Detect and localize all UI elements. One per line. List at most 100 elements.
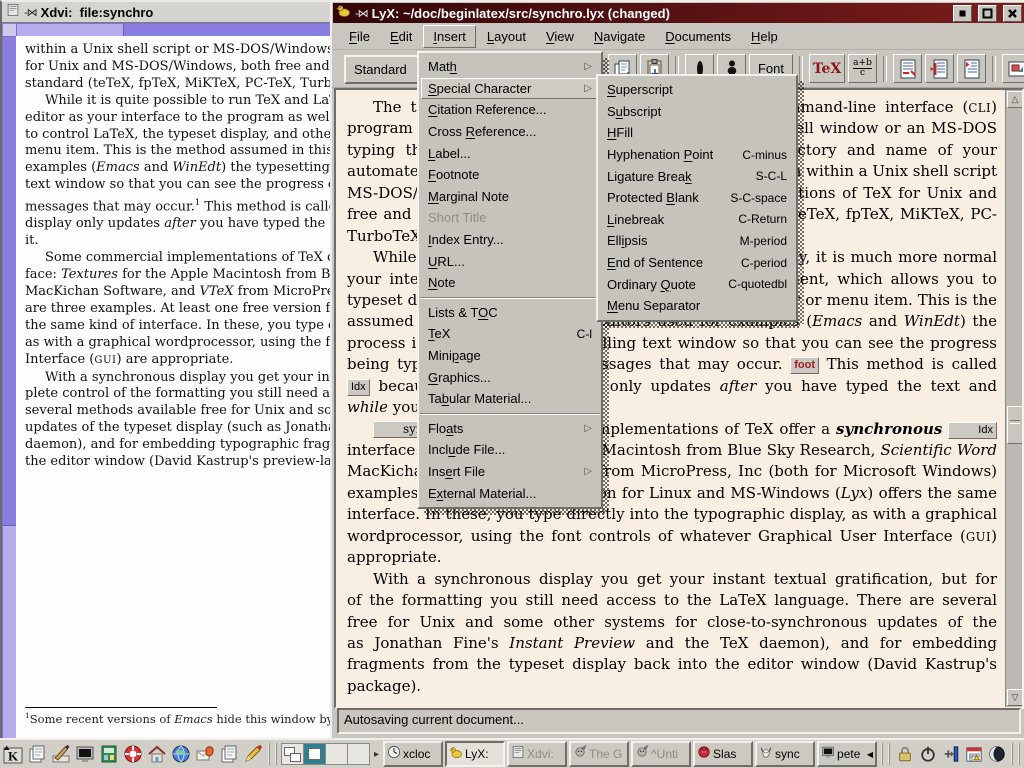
menu-item-hfill[interactable]: HFill	[598, 122, 796, 144]
idx-inset[interactable]: Idx	[347, 379, 370, 396]
task-button-xdvi[interactable]: Xdvi:	[507, 741, 567, 767]
menubar-item-edit[interactable]: Edit	[381, 26, 421, 47]
marginal-note-icon[interactable]	[925, 54, 954, 83]
menubar-item-file[interactable]: File	[340, 26, 379, 47]
minimize-button[interactable]	[953, 5, 972, 22]
menu-item-minipage[interactable]: Minipage	[419, 345, 601, 367]
menu-item-ellipsis[interactable]: EllipsisM-period	[598, 230, 796, 252]
footnote-icon[interactable]	[893, 54, 922, 83]
tex-button[interactable]: TeX	[809, 54, 845, 83]
lyx-titlebar[interactable]: -⋈ LyX: ~/doc/beginlatex/src/synchro.lyx…	[333, 3, 1024, 23]
panel-handle[interactable]	[881, 743, 890, 765]
moon-icon[interactable]	[986, 743, 1007, 765]
desktop-pager[interactable]	[281, 743, 370, 765]
task-button-the-g[interactable]: The G	[569, 741, 629, 767]
menu-item-protected-blank[interactable]: Protected BlankS-C-space	[598, 187, 796, 209]
menu-item-end-of-sentence[interactable]: End of SentenceC-period	[598, 252, 796, 274]
scroll-down-icon[interactable]: ▽	[1007, 689, 1023, 706]
web-browser-icon[interactable]	[170, 742, 192, 766]
pager-desktop-4[interactable]	[348, 744, 369, 764]
k-menu-icon[interactable]: K	[2, 742, 24, 766]
mail-icon[interactable]	[194, 742, 216, 766]
power-icon[interactable]	[917, 743, 938, 765]
menu-item-linebreak[interactable]: LinebreakC-Return	[598, 209, 796, 231]
xdvi-vertical-scrollbar[interactable]	[2, 36, 17, 740]
menu-shortcut: S-C-L	[756, 169, 787, 183]
figure-icon[interactable]	[1002, 54, 1024, 83]
menubar-item-insert[interactable]: Insert	[423, 25, 476, 48]
menu-item-ordinary-quote[interactable]: Ordinary QuoteC-quotedbl	[598, 273, 796, 295]
menu-item-footnote[interactable]: Footnote	[419, 164, 601, 186]
math-icon[interactable]: a+bc	[848, 54, 877, 83]
menu-item-floats[interactable]: Floats▷	[419, 418, 601, 440]
help-icon[interactable]	[122, 742, 144, 766]
menu-item-superscript[interactable]: Superscript	[598, 79, 796, 101]
menubar-item-documents[interactable]: Documents	[656, 26, 740, 47]
terminal-icon[interactable]	[74, 742, 96, 766]
menu-item-graphics[interactable]: Graphics...	[419, 366, 601, 388]
lock-icon[interactable]	[894, 743, 915, 765]
menu-item-cross-reference[interactable]: Cross Reference...	[419, 121, 601, 143]
menu-item-note[interactable]: Note	[419, 272, 601, 294]
pin-icon[interactable]: -⋈	[24, 6, 37, 19]
menu-item-tabular-material[interactable]: Tabular Material...	[419, 388, 601, 410]
window-list-icon[interactable]	[26, 742, 48, 766]
text-segment: package).	[347, 677, 421, 695]
close-button[interactable]	[1003, 5, 1022, 22]
applet-expand-icon[interactable]: ▸	[372, 749, 381, 760]
plug-icon[interactable]	[940, 743, 961, 765]
layout-combo-value: Standard	[354, 62, 407, 77]
menu-item-ligature-break[interactable]: Ligature BreakS-C-L	[598, 165, 796, 187]
menubar-item-navigate[interactable]: Navigate	[585, 26, 654, 47]
scrollbar-thumb[interactable]	[1007, 406, 1023, 444]
menu-item-marginal-note[interactable]: Marginal Note	[419, 186, 601, 208]
task-button-slas[interactable]: Slas	[693, 741, 753, 767]
depth-icon[interactable]	[957, 54, 986, 83]
editor-icon[interactable]	[242, 742, 264, 766]
desktop-access-icon[interactable]	[50, 742, 72, 766]
menu-item-special-character[interactable]: Special Character▷	[421, 78, 599, 100]
document-scrollbar[interactable]: △ ▽	[1005, 90, 1022, 707]
menubar-item-view[interactable]: View	[537, 26, 583, 47]
menu-item-math[interactable]: Math▷	[419, 56, 601, 78]
pager-desktop-3[interactable]	[326, 744, 348, 764]
menu-item-index-entry[interactable]: Index Entry...	[419, 229, 601, 251]
scroll-up-icon[interactable]: △	[1007, 91, 1023, 108]
menu-item-insert-file[interactable]: Insert File▷	[419, 461, 601, 483]
panel-handle[interactable]	[268, 743, 277, 765]
menu-item-label: Math	[428, 59, 457, 74]
task-button-pete[interactable]: pete◀	[817, 741, 877, 767]
menu-item-url[interactable]: URL...	[419, 250, 601, 272]
text-line: free for Unix and some other systems for…	[347, 612, 997, 633]
maximize-button[interactable]	[978, 5, 997, 22]
pager-desktop-2[interactable]	[304, 744, 326, 764]
menu-separator	[420, 413, 600, 415]
menu-item-external-material[interactable]: External Material...	[419, 482, 601, 504]
menu-item-citation-reference[interactable]: Citation Reference...	[419, 99, 601, 121]
menu-item-subscript[interactable]: Subscript	[598, 101, 796, 123]
menubar-item-layout[interactable]: Layout	[478, 26, 535, 47]
panel-handle[interactable]	[1011, 743, 1020, 765]
home-folder-icon[interactable]	[146, 742, 168, 766]
foot-inset[interactable]: foot	[790, 357, 819, 374]
pin-icon[interactable]: -⋈	[355, 7, 368, 20]
documents-icon[interactable]	[218, 742, 240, 766]
menu-item-include-file[interactable]: Include File...	[419, 439, 601, 461]
package-tool-icon[interactable]	[98, 742, 120, 766]
menu-item-menu-separator[interactable]: Menu Separator	[598, 295, 796, 317]
menubar-item-help[interactable]: Help	[742, 26, 787, 47]
task-button-lyx[interactable]: LyX:	[445, 741, 505, 767]
task-button-sync[interactable]: sync	[755, 741, 815, 767]
pager-desktop-1[interactable]	[282, 744, 304, 764]
menu-item-hyphenation-point[interactable]: Hyphenation PointC-minus	[598, 144, 796, 166]
calendar-icon[interactable]	[963, 743, 984, 765]
task-button-unti[interactable]: ^Unti	[631, 741, 691, 767]
menu-item-tex[interactable]: TeXC-l	[419, 323, 601, 345]
menu-item-lists-toc[interactable]: Lists & TOC	[419, 302, 601, 324]
scrollbar-thumb[interactable]	[3, 37, 16, 526]
text-segment: VTeX	[200, 284, 234, 299]
toolbar-separator	[883, 56, 887, 82]
idx-inset[interactable]: Idx	[948, 422, 997, 439]
task-button-xcloc[interactable]: xcloc	[383, 741, 443, 767]
menu-item-label[interactable]: Label...	[419, 142, 601, 164]
